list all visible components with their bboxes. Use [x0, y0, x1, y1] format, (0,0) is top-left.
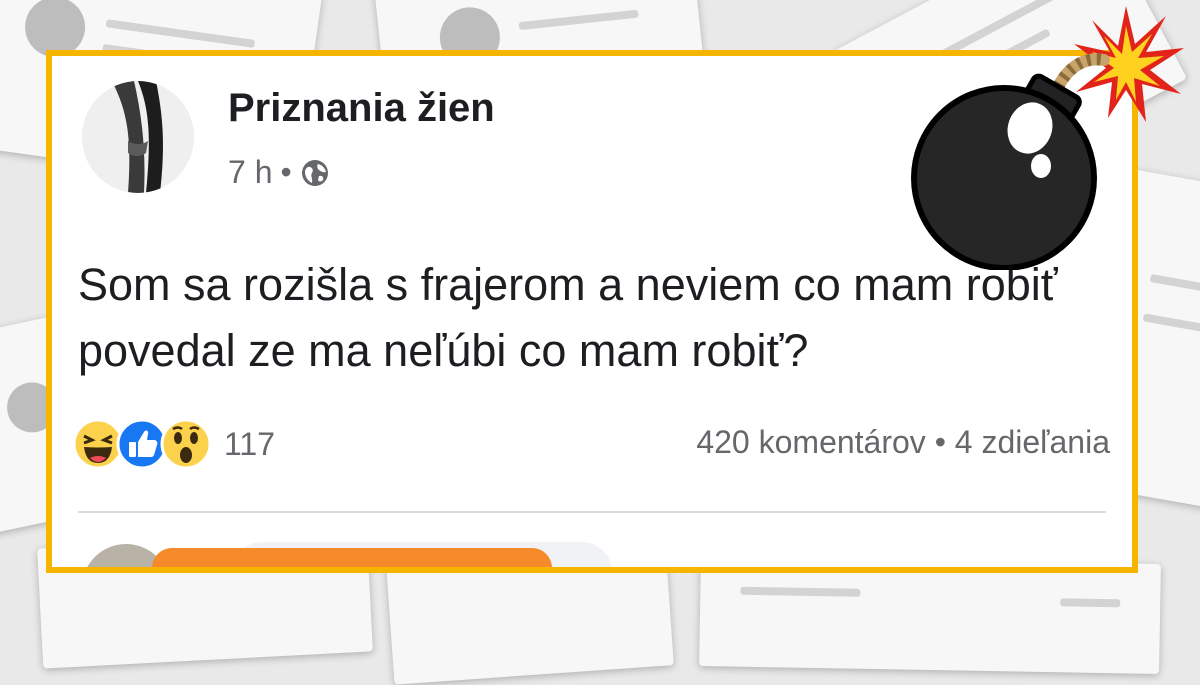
bomb-icon: [911, 6, 1184, 270]
page-avatar[interactable]: [82, 81, 194, 193]
post-text: Som sa rozišla s frajerom a neviem co ma…: [78, 259, 1058, 376]
page-name[interactable]: Priznania žien: [228, 86, 495, 131]
post-meta: 7 h •: [228, 154, 330, 191]
post-stats[interactable]: 420 komentárov • 4 zdieľania: [696, 424, 1110, 461]
divider: [78, 511, 1106, 513]
meta-separator: •: [280, 154, 292, 190]
background-card: [699, 555, 1161, 675]
post-time[interactable]: 7 h: [228, 154, 272, 191]
reaction-count[interactable]: 117: [224, 426, 275, 463]
wow-icon: [160, 418, 212, 470]
redaction-scribble: [152, 548, 552, 567]
globe-icon: [300, 158, 330, 188]
reactions-bar[interactable]: 117: [72, 418, 275, 470]
